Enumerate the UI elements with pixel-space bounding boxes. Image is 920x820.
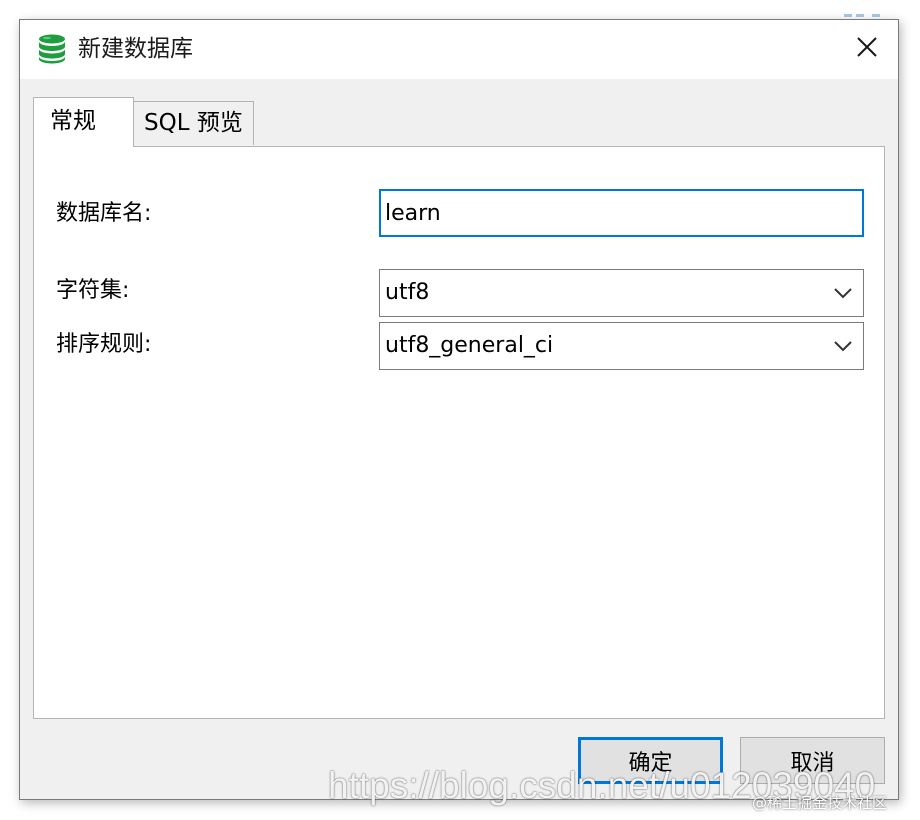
new-database-dialog: 新建数据库 常规 SQL 预览 数据库名: 字符集: utf8 (19, 19, 899, 800)
database-icon (36, 33, 68, 65)
close-icon (856, 36, 878, 62)
ok-button[interactable]: 确定 (578, 737, 723, 784)
chevron-down-icon (833, 285, 853, 301)
charset-selected-value: utf8 (385, 280, 430, 305)
collation-selected-value: utf8_general_ci (385, 333, 554, 358)
title-bar: 新建数据库 (20, 20, 898, 79)
database-name-input[interactable] (379, 189, 864, 237)
general-tab-panel: 数据库名: 字符集: utf8 排序规则: utf8_general_ci (33, 146, 885, 719)
close-button[interactable] (846, 28, 888, 70)
tab-general-label: 常规 (50, 108, 96, 134)
collation-label: 排序规则: (56, 332, 152, 357)
tab-sql-preview-label: SQL 预览 (144, 110, 243, 136)
charset-select[interactable]: utf8 (379, 269, 864, 317)
collation-select[interactable]: utf8_general_ci (379, 322, 864, 370)
database-name-label: 数据库名: (56, 201, 152, 226)
tab-sql-preview[interactable]: SQL 预览 (134, 101, 254, 145)
cancel-button[interactable]: 取消 (740, 737, 885, 784)
dialog-title: 新建数据库 (78, 36, 193, 62)
chevron-down-icon (833, 338, 853, 354)
charset-label: 字符集: (56, 278, 130, 303)
tab-general[interactable]: 常规 (33, 97, 134, 147)
